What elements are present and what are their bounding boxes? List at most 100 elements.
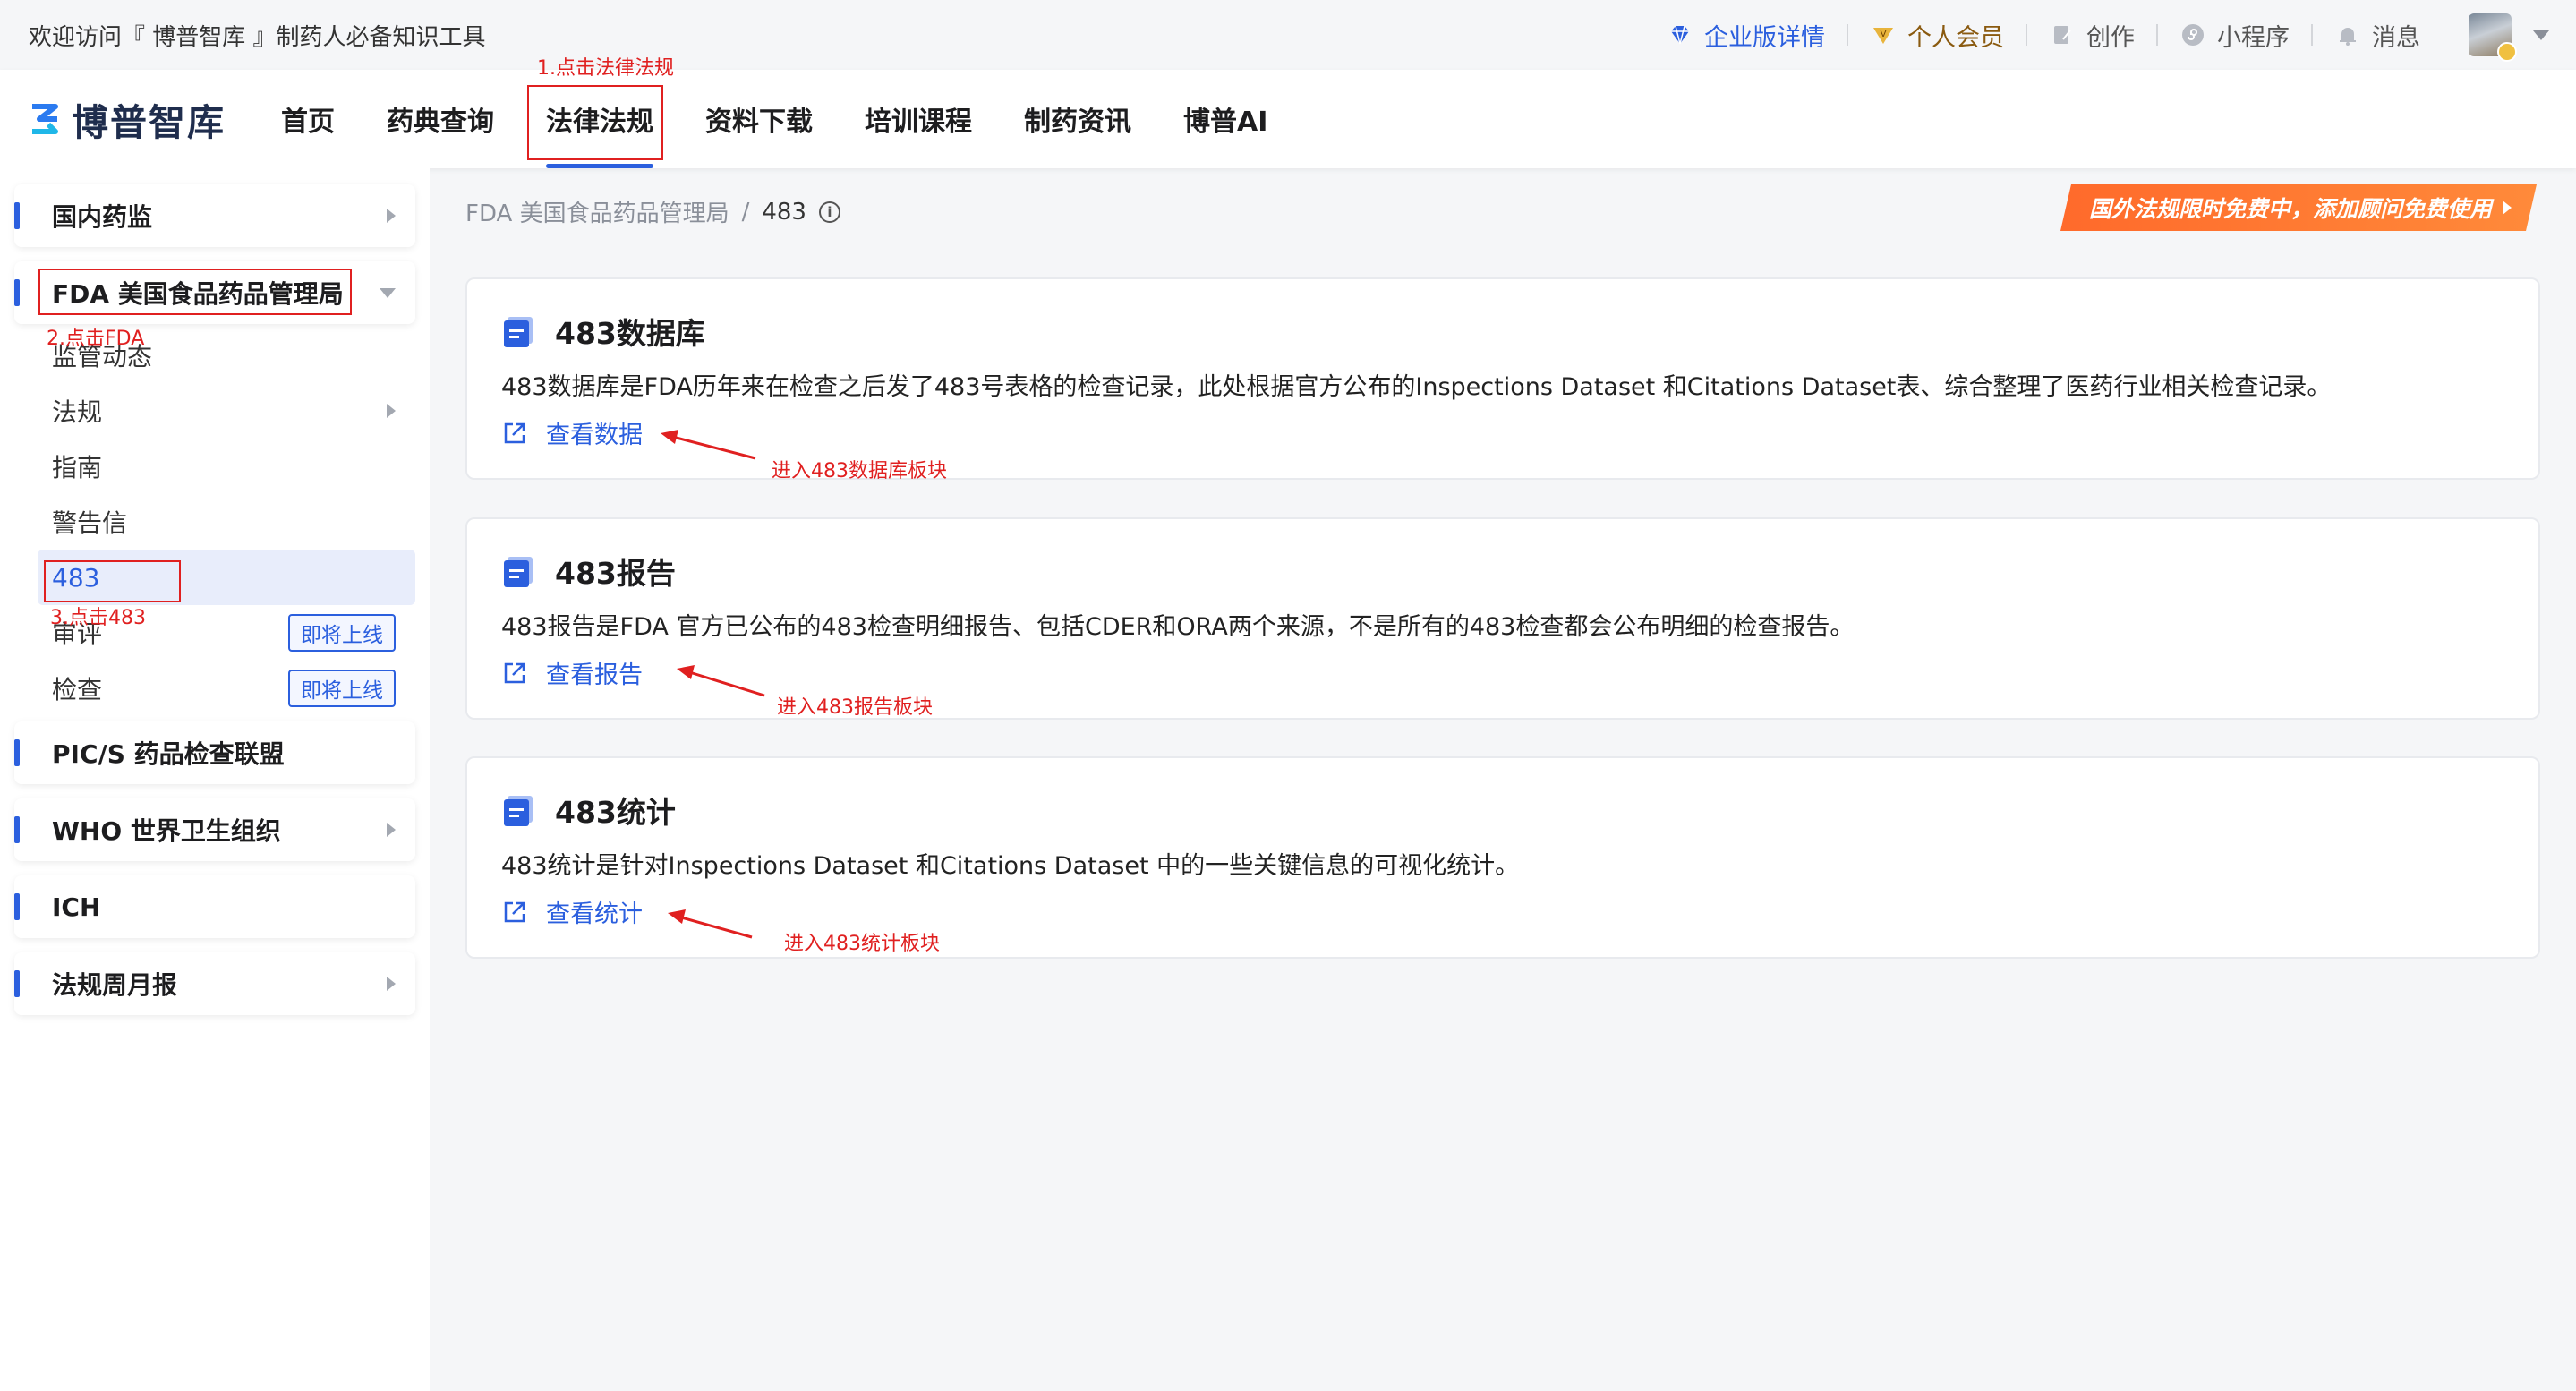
breadcrumb-current: 483 <box>762 198 806 226</box>
vip-badge-icon <box>2497 42 2517 62</box>
annotation-box-regulations <box>527 85 663 160</box>
main-content: FDA 美国食品药品管理局 / 483 i 国外法规限时免费中，添加顾问免费使用… <box>430 168 2576 1391</box>
sidebar-item-label: 法规 <box>52 397 103 427</box>
sidebar: 国内药监 FDA 美国食品药品管理局 监管动态 法规 指南 警告信 483 审评… <box>0 168 430 1391</box>
view-data-label: 查看数据 <box>546 422 643 449</box>
annotation-step1: 1.点击法律法规 <box>537 57 674 80</box>
annotation-enter-report: 进入483报告板块 <box>777 696 933 719</box>
miniprogram-link[interactable]: 小程序 <box>2179 18 2290 53</box>
card-483-database: 483数据库 483数据库是FDA历年来在检查之后发了483号表格的检查记录，此… <box>465 277 2540 480</box>
card-title: 483报告 <box>501 550 676 593</box>
vip-link[interactable]: V 个人会员 <box>1870 18 2004 53</box>
miniprogram-icon <box>2179 21 2206 48</box>
svg-text:V: V <box>1881 30 1887 39</box>
annotation-step3: 3.点击483 <box>50 607 146 629</box>
breadcrumb-parent[interactable]: FDA 美国食品药品管理局 <box>465 195 729 228</box>
vip-label: 个人会员 <box>1907 23 2004 52</box>
separator <box>2026 24 2027 46</box>
welcome-text: 欢迎访问『 博普智库 』制药人必备知识工具 <box>29 23 486 51</box>
card-description: 483统计是针对Inspections Dataset 和Citations D… <box>501 852 1520 880</box>
sidebar-item-guidance[interactable]: 指南 <box>14 439 415 494</box>
view-statistics-link[interactable]: 查看统计 <box>501 894 643 929</box>
annotation-box-483 <box>44 560 181 602</box>
enterprise-label: 企业版详情 <box>1704 23 1825 52</box>
edit-doc-icon <box>2049 21 2076 48</box>
annotation-arrow <box>661 430 756 460</box>
annotation-arrow <box>668 909 753 939</box>
create-label: 创作 <box>2086 23 2135 52</box>
chevron-right-icon <box>387 977 396 991</box>
logo-icon <box>32 104 58 134</box>
sidebar-group-who[interactable]: WHO 世界卫生组织 <box>14 798 415 861</box>
nav-pharmacopoeia[interactable]: 药典查询 <box>387 70 494 168</box>
sidebar-item-warning-letters[interactable]: 警告信 <box>14 494 415 550</box>
document-icon <box>504 557 533 587</box>
sidebar-item-inspection[interactable]: 检查 即将上线 <box>14 661 415 716</box>
sidebar-group-label: 法规周月报 <box>52 970 178 1000</box>
separator <box>2156 24 2158 46</box>
promo-text: 国外法规限时免费中，添加顾问免费使用 <box>2088 196 2492 222</box>
chevron-right-icon <box>387 823 396 837</box>
separator <box>1847 24 1848 46</box>
messages-label: 消息 <box>2372 23 2420 52</box>
chevron-right-icon <box>387 209 396 223</box>
sidebar-item-regulations[interactable]: 法规 <box>14 383 415 439</box>
nav-downloads[interactable]: 资料下载 <box>705 70 813 168</box>
sidebar-group-label: 国内药监 <box>52 202 153 232</box>
view-report-link[interactable]: 查看报告 <box>501 655 643 690</box>
sidebar-group-domestic[interactable]: 国内药监 <box>14 184 415 247</box>
play-arrow-icon <box>2503 201 2512 215</box>
nav-news[interactable]: 制药资讯 <box>1024 70 1131 168</box>
external-link-icon <box>504 901 525 922</box>
card-title: 483统计 <box>501 789 676 832</box>
sidebar-item-label: 检查 <box>52 675 103 704</box>
sidebar-group-pics[interactable]: PIC/S 药品检查联盟 <box>14 721 415 784</box>
view-data-link[interactable]: 查看数据 <box>501 415 643 450</box>
sidebar-item-label: 指南 <box>52 453 103 482</box>
sidebar-group-ich[interactable]: ICH <box>14 875 415 938</box>
sidebar-group-label: PIC/S 药品检查联盟 <box>52 739 285 769</box>
card-title: 483数据库 <box>501 310 705 353</box>
card-483-statistics: 483统计 483统计是针对Inspections Dataset 和Citat… <box>465 756 2540 959</box>
nav-training[interactable]: 培训课程 <box>865 70 972 168</box>
enterprise-link[interactable]: 企业版详情 <box>1667 18 1825 53</box>
chevron-down-icon[interactable] <box>2533 30 2549 40</box>
top-bar: 欢迎访问『 博普智库 』制药人必备知识工具 企业版详情 V 个人会员 创作 小程… <box>0 0 2576 70</box>
logo-text: 博普智库 <box>72 101 226 144</box>
promo-banner[interactable]: 国外法规限时免费中，添加顾问免费使用 <box>2060 184 2537 231</box>
top-bar-actions: 企业版详情 V 个人会员 创作 小程序 消息 <box>1667 13 2549 62</box>
chevron-right-icon <box>387 404 396 418</box>
info-icon[interactable]: i <box>818 201 840 223</box>
logo[interactable]: 博普智库 <box>27 92 226 146</box>
coming-soon-badge: 即将上线 <box>288 614 396 652</box>
vip-icon: V <box>1870 21 1897 48</box>
messages-link[interactable]: 消息 <box>2334 18 2420 53</box>
view-statistics-label: 查看统计 <box>546 900 643 928</box>
separator <box>2311 24 2313 46</box>
miniprogram-label: 小程序 <box>2217 23 2290 52</box>
sidebar-group-weekly[interactable]: 法规周月报 <box>14 952 415 1015</box>
annotation-enter-db: 进入483数据库板块 <box>772 460 947 482</box>
coming-soon-badge: 即将上线 <box>288 670 396 707</box>
card-description: 483报告是FDA 官方已公布的483检查明细报告、包括CDER和ORA两个来源… <box>501 613 1855 641</box>
card-description: 483数据库是FDA历年来在检查之后发了483号表格的检查记录，此处根据官方公布… <box>501 373 2332 401</box>
breadcrumb: FDA 美国食品药品管理局 / 483 i <box>465 195 840 228</box>
document-icon <box>504 796 533 826</box>
breadcrumb-separator: / <box>741 198 750 226</box>
nav-home[interactable]: 首页 <box>281 70 335 168</box>
annotation-box-fda <box>38 269 352 315</box>
external-link-icon <box>504 662 525 683</box>
card-title-text: 483报告 <box>555 556 676 591</box>
create-link[interactable]: 创作 <box>2049 18 2135 53</box>
sidebar-item-label: 警告信 <box>52 508 128 538</box>
main-nav: 博普智库 首页 药典查询 法律法规 资料下载 培训课程 制药资讯 博普AI <box>0 70 2576 168</box>
external-link-icon <box>504 422 525 443</box>
bell-icon <box>2334 21 2361 48</box>
diamond-icon <box>1667 21 1693 48</box>
annotation-enter-stats: 进入483统计板块 <box>784 933 940 955</box>
annotation-step2: 2.点击FDA <box>47 328 145 350</box>
annotation-arrow <box>677 665 765 697</box>
avatar[interactable] <box>2469 13 2517 62</box>
nav-ai[interactable]: 博普AI <box>1183 70 1267 168</box>
